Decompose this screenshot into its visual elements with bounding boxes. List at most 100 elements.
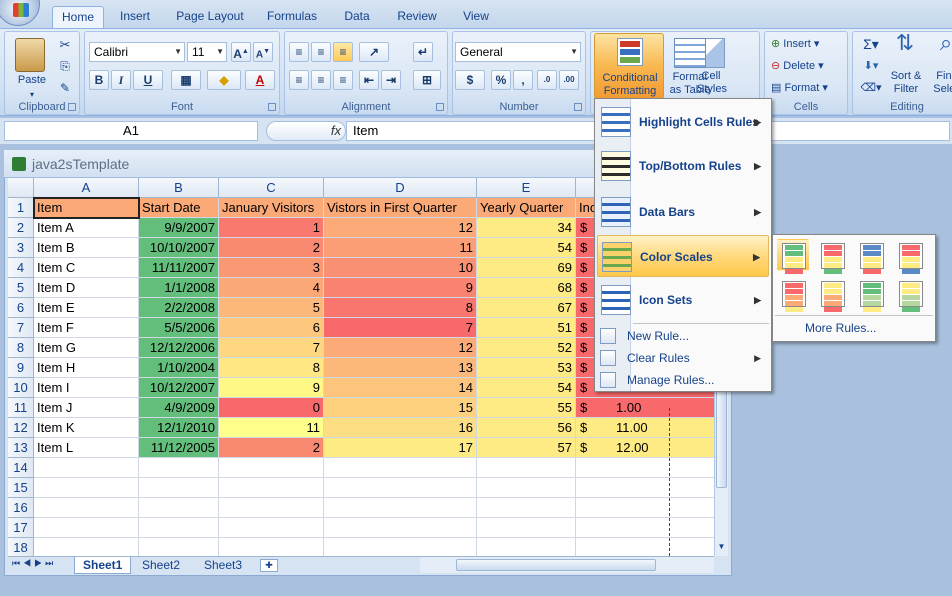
comma-button[interactable]: ,	[513, 70, 533, 90]
borders-icon[interactable]: ▦	[171, 70, 201, 90]
q1-visitors-cell[interactable]: 10	[324, 258, 477, 278]
row-header[interactable]: 5	[8, 278, 34, 298]
decrease-indent-icon[interactable]: ⇤	[359, 70, 379, 90]
wrap-text-icon[interactable]: ↵	[413, 42, 433, 62]
align-bottom-icon[interactable]: ≡	[333, 42, 353, 62]
empty-cell[interactable]	[139, 518, 219, 538]
empty-cell[interactable]	[477, 498, 576, 518]
tab-data[interactable]: Data	[334, 6, 380, 28]
item-cell[interactable]: Item D	[34, 278, 139, 298]
paste-dropdown-icon[interactable]: ▾	[17, 88, 47, 101]
q1-visitors-cell[interactable]: 14	[324, 378, 477, 398]
menu-item-top-bottom[interactable]: Top/Bottom Rules ▶	[597, 145, 769, 187]
jan-visitors-cell[interactable]: 4	[219, 278, 324, 298]
paste-icon[interactable]	[15, 38, 45, 72]
row-header[interactable]: 2	[8, 218, 34, 238]
yearly-quarter-cell[interactable]: 69	[477, 258, 576, 278]
date-cell r[interactable]: 9/9/2007	[139, 218, 219, 238]
row-header[interactable]: 1	[8, 198, 34, 218]
align-center-icon[interactable]: ≡	[311, 70, 331, 90]
yearly-quarter-cell[interactable]: 68	[477, 278, 576, 298]
underline-button[interactable]: U	[133, 70, 163, 90]
sheet-tab[interactable]: Sheet1	[74, 557, 132, 574]
empty-cell[interactable]	[219, 498, 324, 518]
row-header[interactable]: 3	[8, 238, 34, 258]
clipboard-launcher-icon[interactable]	[68, 103, 76, 111]
color-scale-option[interactable]	[777, 277, 809, 312]
sheet-tab[interactable]: Sheet3	[196, 557, 250, 574]
sort-filter-icon[interactable]: ⇅	[891, 32, 919, 54]
header-cell[interactable]: January Visitors	[219, 198, 324, 218]
number-launcher-icon[interactable]	[574, 103, 582, 111]
color-scale-option[interactable]	[855, 239, 887, 274]
color-scale-option[interactable]	[816, 239, 848, 274]
align-middle-icon[interactable]: ≡	[311, 42, 331, 62]
italic-button[interactable]: I	[111, 70, 131, 90]
tab-formulas[interactable]: Formulas	[260, 6, 324, 28]
cut-icon[interactable]: ✂	[57, 38, 73, 51]
insert-function-button[interactable]: fx	[266, 121, 346, 141]
yearly-quarter-cell[interactable]: 56	[477, 418, 576, 438]
increase-indent-icon[interactable]: ⇥	[381, 70, 401, 90]
find-select-label-2[interactable]: Selec	[927, 83, 952, 96]
menu-item-new-rule[interactable]: New Rule...	[597, 325, 769, 347]
jan-visitors-cell[interactable]: 1	[219, 218, 324, 238]
font-size-combo[interactable]: 11 ▼	[187, 42, 227, 62]
clear-icon[interactable]: ⌫▾	[859, 82, 883, 95]
yearly-quarter-cell[interactable]: 52	[477, 338, 576, 358]
color-scale-option[interactable]	[894, 277, 926, 312]
tab-home[interactable]: Home	[52, 6, 104, 28]
item-cell[interactable]: Item C	[34, 258, 139, 278]
column-header[interactable]: D	[324, 178, 477, 198]
jan-visitors-cell[interactable]: 8	[219, 358, 324, 378]
empty-cell[interactable]	[576, 458, 714, 478]
q1-visitors-cell[interactable]: 11	[324, 238, 477, 258]
date-cell r[interactable]: 1/1/2008	[139, 278, 219, 298]
row-header[interactable]: 8	[8, 338, 34, 358]
empty-cell[interactable]	[477, 538, 576, 556]
tab-insert[interactable]: Insert	[110, 6, 160, 28]
empty-cell[interactable]	[219, 538, 324, 556]
jan-visitors-cell[interactable]: 0	[219, 398, 324, 418]
date-cell r[interactable]: 1/10/2004	[139, 358, 219, 378]
q1-visitors-cell[interactable]: 12	[324, 218, 477, 238]
q1-visitors-cell[interactable]: 16	[324, 418, 477, 438]
empty-cell[interactable]	[324, 458, 477, 478]
empty-cell[interactable]	[324, 478, 477, 498]
item-cell[interactable]: Item I	[34, 378, 139, 398]
column-header[interactable]: B	[139, 178, 219, 198]
header-cell[interactable]: Start Date	[139, 198, 219, 218]
row-header[interactable]: 6	[8, 298, 34, 318]
row-header[interactable]: 7	[8, 318, 34, 338]
menu-item-color-scales[interactable]: Color Scales ▶	[597, 235, 769, 277]
row-header[interactable]: 13	[8, 438, 34, 458]
horizontal-scroll-thumb[interactable]	[456, 559, 656, 571]
jan-visitors-cell[interactable]: 9	[219, 378, 324, 398]
empty-cell[interactable]	[324, 498, 477, 518]
date-cell r[interactable]: 10/12/2007	[139, 378, 219, 398]
yearly-quarter-cell[interactable]: 34	[477, 218, 576, 238]
horizontal-scrollbar[interactable]	[420, 557, 714, 573]
menu-item-icon-sets[interactable]: Icon Sets ▶	[597, 279, 769, 321]
merge-center-icon[interactable]: ⊞	[413, 70, 441, 90]
orientation-icon[interactable]: ↗	[359, 42, 389, 62]
empty-cell[interactable]	[34, 458, 139, 478]
increase-cell[interactable]: $11.00	[576, 418, 714, 438]
row-header[interactable]: 12	[8, 418, 34, 438]
scroll-down-icon[interactable]: ▼	[716, 542, 727, 552]
item-cell[interactable]: Item H	[34, 358, 139, 378]
jan-visitors-cell[interactable]: 2	[219, 238, 324, 258]
more-rules-item[interactable]: More Rules...	[775, 317, 933, 339]
q1-visitors-cell[interactable]: 7	[324, 318, 477, 338]
date-cell r[interactable]: 12/1/2010	[139, 418, 219, 438]
column-header[interactable]: C	[219, 178, 324, 198]
fill-icon[interactable]: ⬇▾	[859, 60, 883, 73]
currency-button[interactable]: $	[455, 70, 485, 90]
date-cell r[interactable]: 10/10/2007	[139, 238, 219, 258]
shrink-font-button[interactable]: A▼	[253, 42, 273, 62]
sheet-tab[interactable]: Sheet2	[134, 557, 188, 574]
date-cell r[interactable]: 4/9/2009	[139, 398, 219, 418]
insert-sheet-icon[interactable]: ✚	[260, 559, 278, 572]
yearly-quarter-cell[interactable]: 57	[477, 438, 576, 458]
name-box[interactable]: A1	[4, 121, 258, 141]
